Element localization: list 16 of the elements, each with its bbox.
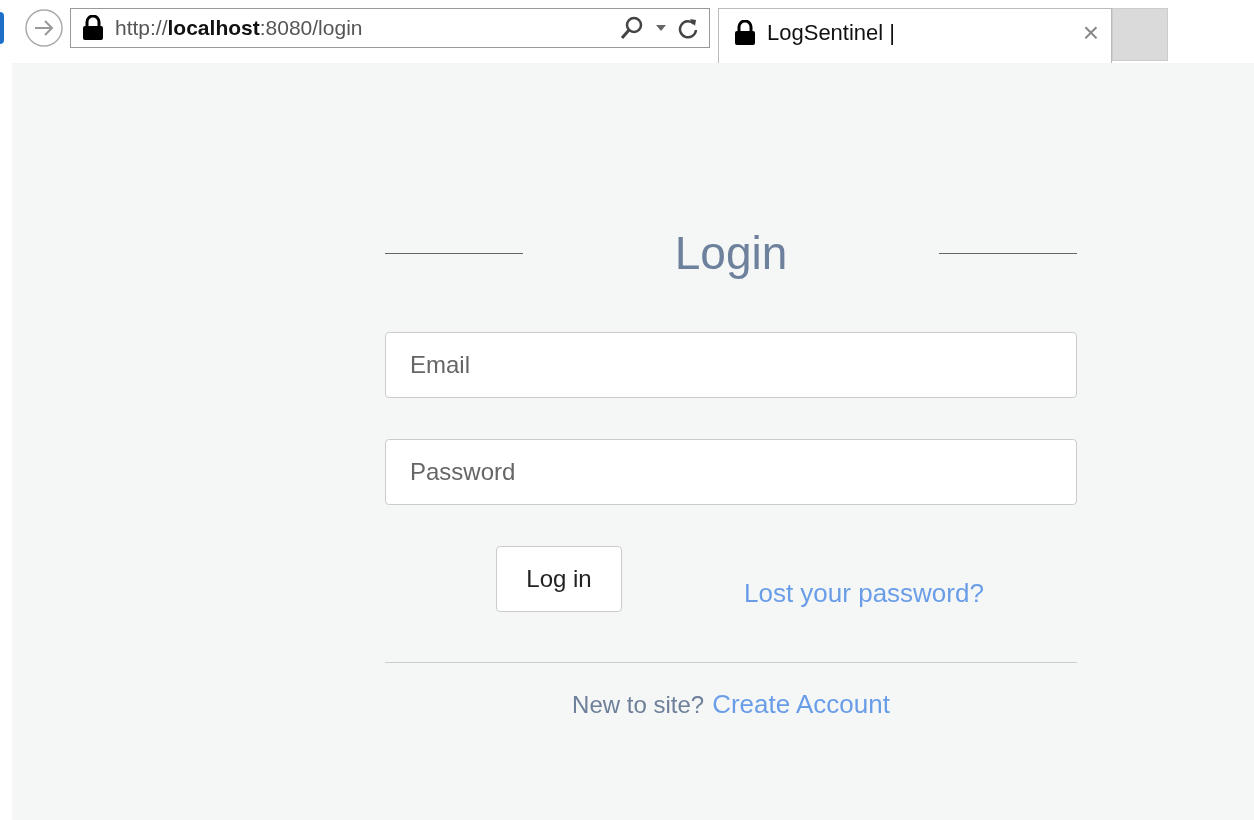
refresh-icon[interactable] [677, 17, 699, 39]
email-field[interactable]: Email [385, 332, 1077, 398]
new-to-site-text: New to site? [572, 691, 705, 719]
password-field[interactable]: Password [385, 439, 1077, 505]
lock-icon [733, 20, 757, 46]
dropdown-caret-icon[interactable] [655, 24, 667, 32]
browser-tab[interactable]: LogSentinel | × [718, 8, 1112, 63]
search-icon[interactable] [619, 16, 645, 40]
login-button[interactable]: Log in [496, 546, 622, 612]
tab-title: LogSentinel | [767, 20, 897, 46]
close-tab-button[interactable]: × [1082, 17, 1099, 49]
login-heading: Login [674, 226, 788, 280]
window-edge [0, 12, 4, 44]
url-text: http://localhost:8080/login [115, 16, 364, 40]
lock-icon [81, 15, 105, 41]
address-bar[interactable]: http://localhost:8080/login [70, 8, 710, 48]
